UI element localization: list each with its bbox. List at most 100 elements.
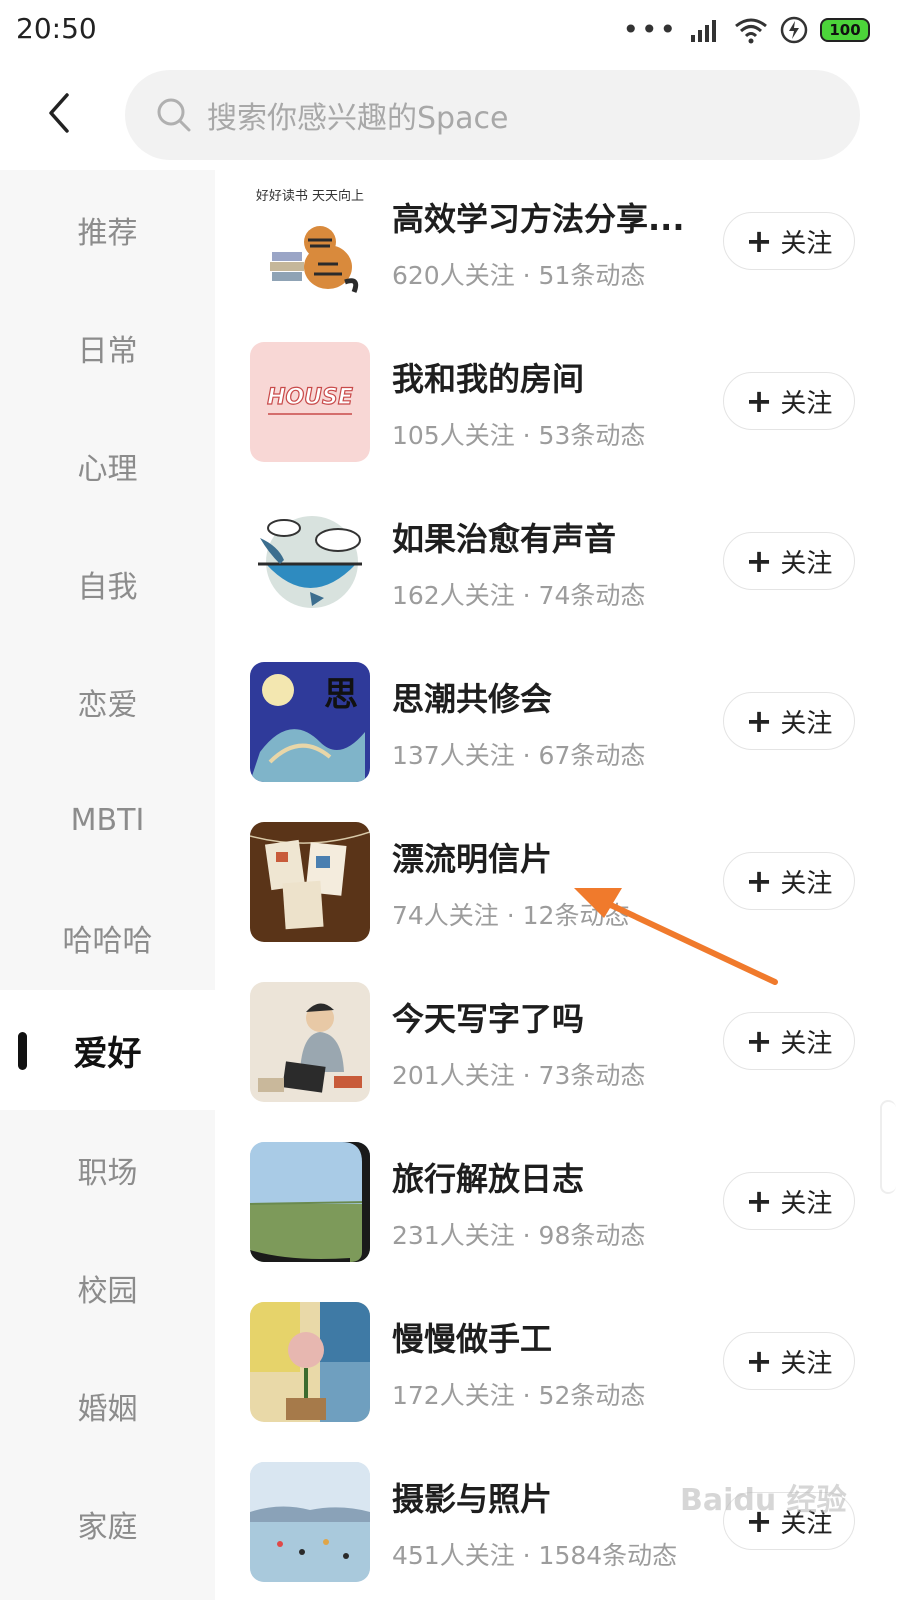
status-time: 20:50 [16, 12, 97, 45]
sidebar-item-label: 婚姻 [77, 1392, 138, 1427]
space-title: 如果治愈有声音 [392, 520, 617, 558]
space-thumbnail [250, 1302, 370, 1422]
status-bar: 20:50 ••• 100 [0, 0, 900, 62]
battery-level: 100 [829, 21, 861, 39]
space-thumbnail: HOUSE [250, 342, 370, 462]
follow-button[interactable]: + 关注 [723, 372, 855, 430]
sidebar-item-mbti[interactable]: MBTI [0, 760, 215, 880]
scroll-handle[interactable] [880, 1100, 896, 1194]
sidebar-item-psychology[interactable]: 心理 [0, 406, 215, 526]
space-item[interactable]: 好好读书 天天向上 高效学习方法分享... 620人关注 · 51条动态 + 关注 [250, 182, 870, 302]
sidebar-item-label: 职场 [77, 1156, 138, 1191]
follow-button[interactable]: + 关注 [723, 212, 855, 270]
space-stats: 451人关注 · 1584条动态 [392, 1541, 678, 1570]
back-button[interactable] [30, 85, 86, 141]
space-title: 高效学习方法分享... [392, 200, 682, 238]
space-item[interactable]: 旅行解放日志 231人关注 · 98条动态 + 关注 [250, 1142, 870, 1262]
sidebar-item-label: 推荐 [77, 216, 138, 251]
watermark: Baidu 经验 [680, 1483, 847, 1518]
plus-icon: + [745, 222, 773, 260]
follow-label: 关注 [780, 388, 833, 419]
space-title: 今天写字了吗 [392, 1000, 585, 1038]
space-stats: 162人关注 · 74条动态 [392, 581, 646, 610]
space-title: 慢慢做手工 [392, 1320, 553, 1358]
follow-label: 关注 [780, 228, 833, 259]
sidebar-item-label: 日常 [77, 334, 138, 369]
sidebar-item-love[interactable]: 恋爱 [0, 642, 215, 762]
sidebar-item-label: 哈哈哈 [62, 924, 153, 959]
space-stats: 105人关注 · 53条动态 [392, 421, 646, 450]
plus-icon: + [745, 1182, 773, 1220]
space-stats: 231人关注 · 98条动态 [392, 1221, 646, 1250]
sidebar-item-hobby[interactable]: 爱好 [0, 990, 215, 1110]
space-thumbnail: 好好读书 天天向上 [250, 182, 370, 302]
follow-button[interactable]: + 关注 [723, 532, 855, 590]
plus-icon: + [745, 702, 773, 740]
space-thumbnail [250, 982, 370, 1102]
space-item[interactable]: 慢慢做手工 172人关注 · 52条动态 + 关注 [250, 1302, 870, 1422]
plus-icon: + [745, 1342, 773, 1380]
thumb-caption: 好好读书 天天向上 [256, 188, 364, 204]
follow-button[interactable]: + 关注 [723, 1012, 855, 1070]
space-thumbnail [250, 822, 370, 942]
space-stats: 137人关注 · 67条动态 [392, 741, 646, 770]
space-title: 摄影与照片 [392, 1480, 553, 1518]
space-item[interactable]: 今天写字了吗 201人关注 · 73条动态 + 关注 [250, 982, 870, 1102]
sidebar-item-label: 爱好 [73, 1033, 142, 1074]
space-thumbnail [250, 502, 370, 622]
status-icons: ••• 100 [622, 14, 870, 46]
more-dots-icon: ••• [622, 13, 678, 46]
space-item[interactable]: 如果治愈有声音 162人关注 · 74条动态 + 关注 [250, 502, 870, 622]
follow-label: 关注 [780, 1188, 833, 1219]
chevron-left-icon [49, 93, 69, 133]
annotation-arrow-icon [574, 888, 778, 985]
thumb-caption: 思 潮 [324, 675, 370, 715]
sidebar-item-label: 校园 [77, 1274, 138, 1309]
search-icon [155, 96, 193, 134]
thumb-caption: HOUSE [267, 385, 353, 410]
sidebar-item-daily[interactable]: 日常 [0, 288, 215, 408]
follow-label: 关注 [780, 708, 833, 739]
sidebar-item-label: 自我 [77, 570, 138, 605]
space-title: 思潮共修会 [392, 680, 553, 718]
sidebar-item-family[interactable]: 家庭 [0, 1464, 215, 1584]
sidebar-item-self[interactable]: 自我 [0, 524, 215, 644]
sidebar-item-label: 家庭 [77, 1510, 138, 1545]
sidebar-item-recommend[interactable]: 推荐 [0, 170, 215, 290]
signal-icon [691, 20, 716, 42]
space-stats: 201人关注 · 73条动态 [392, 1061, 646, 1090]
space-thumbnail [250, 1142, 370, 1262]
space-thumbnail: 思 潮 [250, 662, 370, 782]
space-thumbnail [250, 1462, 370, 1582]
sidebar-item-marriage[interactable]: 婚姻 [0, 1346, 215, 1466]
plus-icon: + [745, 382, 773, 420]
follow-label: 关注 [780, 1028, 833, 1059]
follow-button[interactable]: + 关注 [723, 1332, 855, 1390]
search-input[interactable]: 搜索你感兴趣的Space [207, 93, 508, 137]
space-stats: 172人关注 · 52条动态 [392, 1381, 646, 1410]
charging-icon [780, 16, 808, 44]
space-item[interactable]: HOUSE 我和我的房间 105人关注 · 53条动态 + 关注 [250, 342, 870, 462]
follow-label: 关注 [780, 1348, 833, 1379]
sidebar-item-label: 心理 [77, 452, 138, 487]
battery-icon: 100 [820, 18, 870, 42]
space-item[interactable]: 思 潮 思潮共修会 137人关注 · 67条动态 +关注 [250, 662, 870, 782]
plus-icon: + [745, 1022, 773, 1060]
follow-button[interactable]: + 关注 [723, 1172, 855, 1230]
search-bar[interactable]: 搜索你感兴趣的Space [125, 70, 860, 160]
sidebar-item-workplace[interactable]: 职场 [0, 1110, 215, 1230]
follow-button[interactable]: + 关注 [723, 692, 855, 750]
wifi-icon [735, 18, 767, 44]
active-indicator [18, 1032, 27, 1070]
space-title: 我和我的房间 [392, 360, 585, 398]
category-sidebar: 推荐 日常 心理 自我 恋爱 MBTI 哈哈哈 爱好 职场 校园 婚姻 家庭 [0, 170, 215, 1600]
follow-label: 关注 [780, 868, 833, 899]
sidebar-item-hahaha[interactable]: 哈哈哈 [0, 878, 215, 998]
sidebar-item-campus[interactable]: 校园 [0, 1228, 215, 1348]
space-stats: 620人关注 · 51条动态 [392, 261, 646, 290]
sidebar-item-label: MBTI [70, 802, 145, 838]
space-title: 旅行解放日志 [392, 1160, 585, 1198]
follow-label: 关注 [780, 548, 833, 579]
space-title: 漂流明信片 [392, 840, 553, 878]
plus-icon: + [745, 542, 773, 580]
